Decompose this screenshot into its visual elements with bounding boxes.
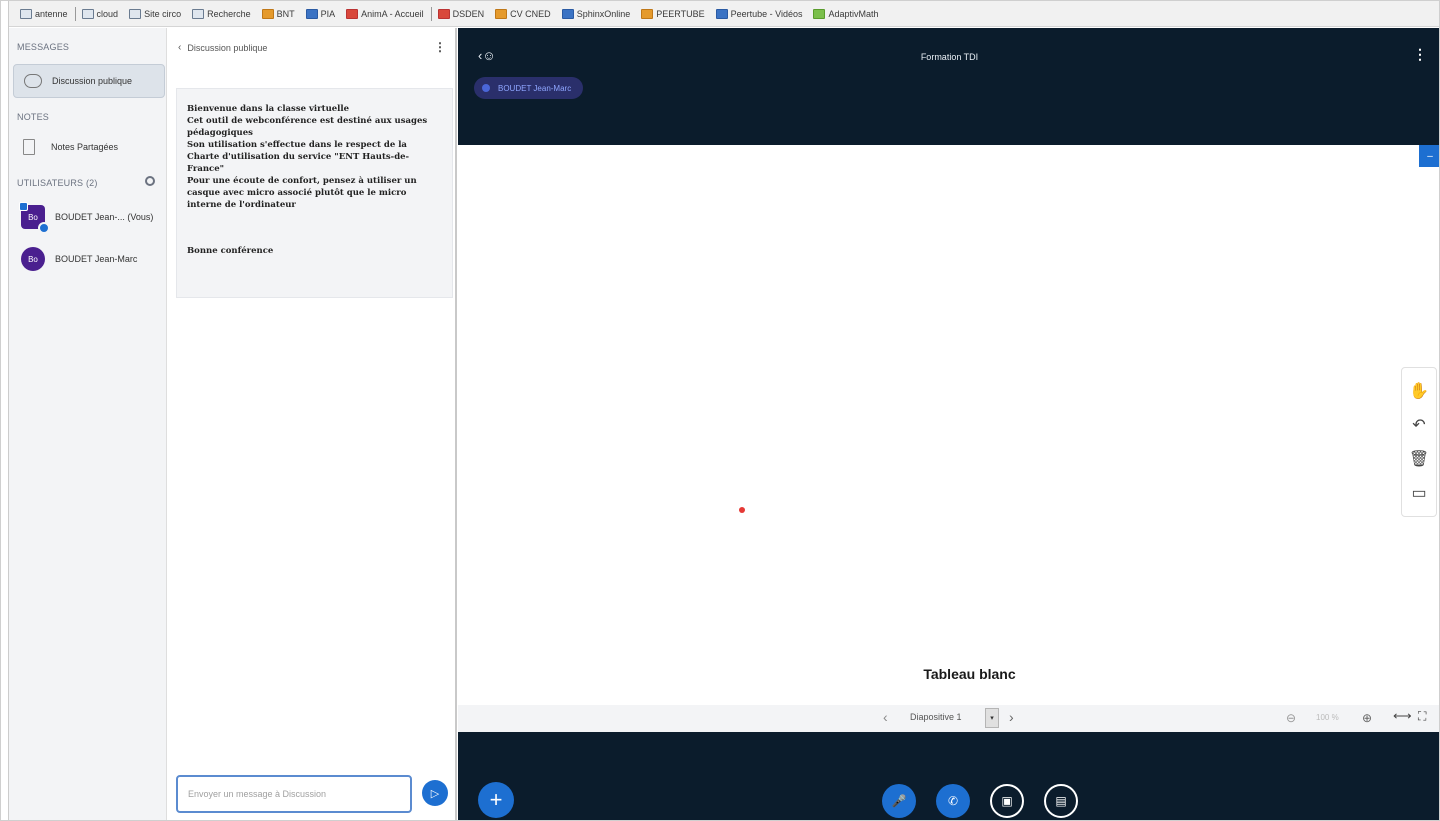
presentation-toolbar: ‹ Diapositive 1 ▾ › ⊖ 100 % ⊕ ⟷ ⛶	[458, 705, 1439, 732]
avatar: Bo	[21, 247, 45, 271]
zoom-level[interactable]: 100 %	[1316, 713, 1339, 722]
welcome-line: Pour une écoute de confort, pensez à uti…	[187, 176, 417, 210]
shared-notes-item[interactable]: Notes Partagées	[13, 132, 163, 162]
user-list-item[interactable]: Bo BOUDET Jean-Marc	[13, 242, 163, 276]
bookmark-anima[interactable]: AnimA - Accueil	[341, 1, 430, 26]
folder-icon	[192, 8, 205, 19]
site-icon	[641, 8, 654, 19]
slide-select[interactable]: ▾	[985, 708, 999, 728]
bookmark-recherche[interactable]: Recherche	[187, 1, 257, 26]
folder-icon	[129, 8, 142, 19]
chat-title: Discussion publique	[187, 42, 268, 53]
slide-label: Diapositive 1	[910, 712, 962, 722]
next-slide-button[interactable]: ›	[1009, 709, 1014, 725]
phone-icon: ✆	[947, 794, 959, 808]
window-edge	[1, 1, 9, 820]
audio-phone-button[interactable]: ✆	[936, 784, 970, 818]
chevron-left-icon: ‹	[178, 42, 182, 53]
welcome-message: Bienvenue dans la classe virtuelle Cet o…	[176, 88, 453, 298]
zoom-out-icon[interactable]: ⊖	[1286, 711, 1296, 725]
chat-message-input[interactable]	[176, 775, 412, 813]
user-name: BOUDET Jean-Marc	[55, 254, 138, 264]
bookmark-separator	[74, 6, 76, 21]
talking-user-name: BOUDET Jean-Marc	[498, 83, 572, 93]
site-icon	[495, 8, 508, 19]
bookmark-sphinxonline[interactable]: SphinxOnline	[557, 1, 637, 26]
talking-indicator: BOUDET Jean-Marc	[474, 77, 584, 99]
bookmark-separator	[430, 6, 432, 21]
site-icon	[715, 8, 728, 19]
camera-button[interactable]: ▣	[990, 784, 1024, 818]
site-icon	[305, 8, 318, 19]
welcome-line: Cet outil de webconférence est destiné a…	[187, 116, 428, 138]
site-icon	[813, 8, 826, 19]
presenter-icon	[19, 202, 28, 211]
welcome-line: Bienvenue dans la classe virtuelle	[187, 104, 350, 114]
bookmark-dsden[interactable]: DSDEN	[433, 1, 491, 26]
zoom-in-icon[interactable]: ⊕	[1362, 711, 1372, 725]
welcome-line: Son utilisation s'effectue dans le respe…	[187, 140, 410, 174]
bookmark-cloud[interactable]: cloud	[77, 1, 125, 26]
bookmark-antenne[interactable]: antenne	[15, 1, 74, 26]
fullscreen-icon[interactable]: ⛶	[1418, 709, 1426, 724]
user-list-panel: MESSAGES Discussion publique NOTES Notes…	[9, 28, 167, 820]
site-icon	[346, 8, 359, 19]
undo-icon[interactable]: ↶	[1407, 413, 1431, 437]
site-icon	[261, 8, 274, 19]
user-name: BOUDET Jean-... (Vous)	[55, 212, 154, 222]
actions-plus-button[interactable]: +	[478, 782, 514, 818]
previous-slide-button[interactable]: ‹	[883, 709, 888, 725]
public-chat-item[interactable]: Discussion publique	[13, 64, 165, 98]
chat-bubble-icon	[24, 74, 42, 88]
bookmarks-bar: antenne cloud Site circo Recherche BNT P…	[9, 1, 1439, 27]
trash-icon[interactable]: 🗑	[1407, 447, 1431, 471]
whiteboard-toolbar: ✋ ↶ 🗑 ▭	[1401, 367, 1437, 517]
bookmark-cv-cned[interactable]: CV CNED	[490, 1, 557, 26]
gear-icon[interactable]	[145, 176, 155, 186]
bookmark-peertube-videos[interactable]: Peertube - Vidéos	[711, 1, 809, 26]
note-icon	[23, 139, 35, 155]
folder-icon	[81, 8, 94, 19]
slide-caption: Tableau blanc	[923, 666, 1016, 682]
cursor-pointer	[739, 507, 745, 513]
messages-heading: MESSAGES	[17, 42, 70, 52]
fit-width-icon[interactable]: ⟷	[1393, 708, 1412, 724]
bookmark-adaptivmath[interactable]: AdaptivMath	[808, 1, 884, 26]
users-heading: UTILISATEURS (2)	[17, 178, 98, 188]
chat-panel: ‹ Discussion publique ⋮ Bienvenue dans l…	[168, 28, 457, 820]
options-menu-icon[interactable]: ⋮	[1413, 46, 1427, 63]
site-icon	[437, 8, 450, 19]
site-icon	[561, 8, 574, 19]
bookmark-peertube[interactable]: PEERTUBE	[636, 1, 710, 26]
notes-heading: NOTES	[17, 112, 50, 122]
bookmark-pia[interactable]: PIA	[301, 1, 342, 26]
meeting-header: ‹☺ Formation TDI ⋮ BOUDET Jean-Marc	[458, 28, 1439, 145]
voice-badge-icon	[38, 222, 50, 234]
bookmark-site-circo[interactable]: Site circo	[124, 1, 187, 26]
microphone-icon: 🎤	[891, 794, 907, 808]
meeting-title: Formation TDI	[920, 52, 979, 62]
app-frame: antenne cloud Site circo Recherche BNT P…	[0, 0, 1440, 821]
screen-share-icon: ▤	[1055, 794, 1067, 808]
microphone-icon	[482, 84, 490, 92]
folder-icon	[20, 8, 32, 19]
bookmark-bnt[interactable]: BNT	[257, 1, 301, 26]
public-chat-label: Discussion publique	[52, 76, 133, 86]
minimize-presentation-icon[interactable]: –	[1419, 145, 1439, 167]
microphone-button[interactable]: 🎤	[882, 784, 916, 818]
chat-options-icon[interactable]: ⋮	[434, 40, 446, 54]
send-icon: ▷	[430, 787, 440, 800]
whiteboard[interactable]: – Tableau blanc ✋ ↶ 🗑 ▭	[458, 145, 1439, 705]
whiteboard-icon[interactable]: ▭	[1407, 481, 1431, 505]
chat-hide-button[interactable]: ‹ Discussion publique	[178, 42, 267, 53]
send-message-button[interactable]: ▷	[422, 780, 448, 806]
hand-icon[interactable]: ✋	[1407, 379, 1431, 403]
avatar: Bo	[19, 202, 50, 234]
screen-share-button[interactable]: ▤	[1044, 784, 1078, 818]
camera-icon: ▣	[1001, 794, 1013, 808]
shared-notes-label: Notes Partagées	[51, 142, 119, 152]
user-list-item[interactable]: Bo BOUDET Jean-... (Vous)	[13, 200, 163, 234]
welcome-closing: Bonne conférence	[187, 246, 274, 256]
action-bar: + 🎤 ✆ ▣ ▤	[458, 732, 1439, 820]
